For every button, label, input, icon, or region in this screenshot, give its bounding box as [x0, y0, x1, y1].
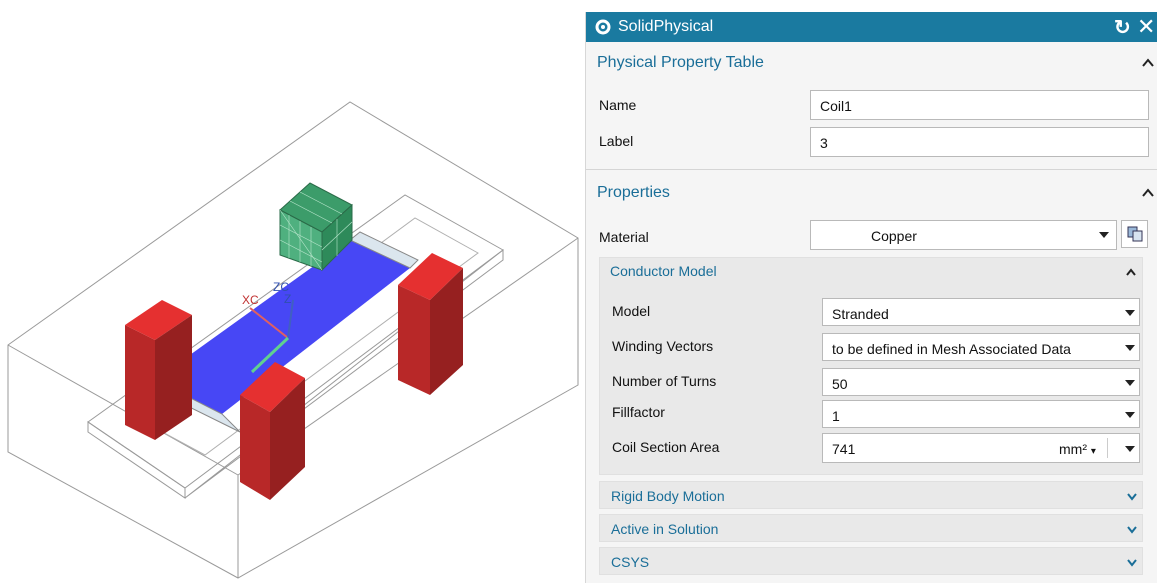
triad-label-xc: XC [242, 293, 259, 307]
subsection-active-in-solution[interactable]: Active in Solution [599, 514, 1143, 542]
chevron-up-icon[interactable] [1141, 56, 1155, 70]
fillfactor-label: Fillfactor [612, 404, 665, 420]
triad-label-z: Z [284, 292, 291, 306]
model-label: Model [612, 303, 651, 319]
unit-dropdown-icon: ▾ [1090, 446, 1096, 457]
material-library-icon [1127, 226, 1143, 242]
graphics-viewport[interactable]: XC ZC Z [0, 0, 585, 583]
name-label: Name [599, 97, 637, 113]
winding-vectors-select[interactable]: to be defined in Mesh Associated Data [822, 333, 1140, 361]
label-label: Label [599, 133, 634, 149]
dialog-titlebar: SolidPhysical ↻ ✕ [586, 12, 1157, 42]
unit-value: mm² [1059, 441, 1087, 457]
divider [586, 169, 1157, 170]
subsection-header: Active in Solution [611, 521, 719, 537]
model-value: Stranded [832, 306, 889, 322]
coil-section-area-label: Coil Section Area [612, 439, 720, 455]
divider [1107, 438, 1108, 458]
winding-vectors-label: Winding Vectors [612, 338, 714, 354]
unit-select[interactable]: mm² ▾ [1059, 441, 1096, 457]
gear-icon [595, 19, 611, 35]
fillfactor-field[interactable]: 1 [822, 400, 1140, 428]
dialog-title: SolidPhysical [618, 18, 714, 35]
coil-right [398, 253, 463, 395]
material-library-button[interactable] [1121, 220, 1148, 248]
coil-section-area-value: 741 [832, 441, 856, 457]
chevron-down-icon[interactable] [1126, 490, 1138, 502]
subsection-header: CSYS [611, 554, 650, 570]
section-physical-property-table[interactable]: Physical Property Table [586, 46, 1157, 82]
dropdown-arrow-icon [1099, 232, 1109, 238]
number-of-turns-field[interactable]: 50 [822, 368, 1140, 396]
chevron-down-icon[interactable] [1126, 523, 1138, 535]
chevron-up-icon[interactable] [1125, 266, 1137, 278]
material-select[interactable]: Copper [810, 220, 1117, 250]
model-select[interactable]: Stranded [822, 298, 1140, 326]
coil-left [125, 300, 192, 440]
close-icon[interactable]: ✕ [1137, 14, 1155, 40]
section-header: Physical Property Table [597, 54, 764, 71]
reset-icon[interactable]: ↻ [1114, 15, 1131, 40]
coil-section-area-field[interactable]: 741 mm² ▾ [822, 433, 1140, 463]
subsection-csys[interactable]: CSYS [599, 547, 1143, 575]
solid-physical-dialog: SolidPhysical ↻ ✕ Physical Property Tabl… [585, 12, 1157, 583]
section-header: Properties [597, 184, 670, 201]
dropdown-arrow-icon [1125, 380, 1135, 386]
subsection-rigid-body-motion[interactable]: Rigid Body Motion [599, 481, 1143, 509]
dropdown-arrow-icon [1125, 310, 1135, 316]
label-field[interactable]: 3 [810, 127, 1149, 157]
number-of-turns-label: Number of Turns [612, 373, 717, 389]
subsection-conductor-model[interactable]: Conductor Model [599, 257, 1143, 287]
material-label: Material [599, 229, 649, 245]
chevron-up-icon[interactable] [1141, 186, 1155, 200]
section-properties[interactable]: Properties [586, 176, 1157, 212]
fillfactor-value: 1 [832, 408, 840, 424]
model-view: XC ZC Z [7, 101, 579, 579]
winding-vectors-value: to be defined in Mesh Associated Data [832, 341, 1071, 357]
dropdown-arrow-icon [1125, 345, 1135, 351]
subsection-header: Conductor Model [610, 263, 717, 279]
name-field[interactable]: Coil1 [810, 90, 1149, 120]
number-of-turns-value: 50 [832, 376, 848, 392]
dropdown-arrow-icon [1125, 412, 1135, 418]
dropdown-arrow-icon [1125, 446, 1135, 452]
chevron-down-icon[interactable] [1126, 556, 1138, 568]
subsection-header: Rigid Body Motion [611, 488, 725, 504]
material-value: Copper [871, 228, 917, 244]
